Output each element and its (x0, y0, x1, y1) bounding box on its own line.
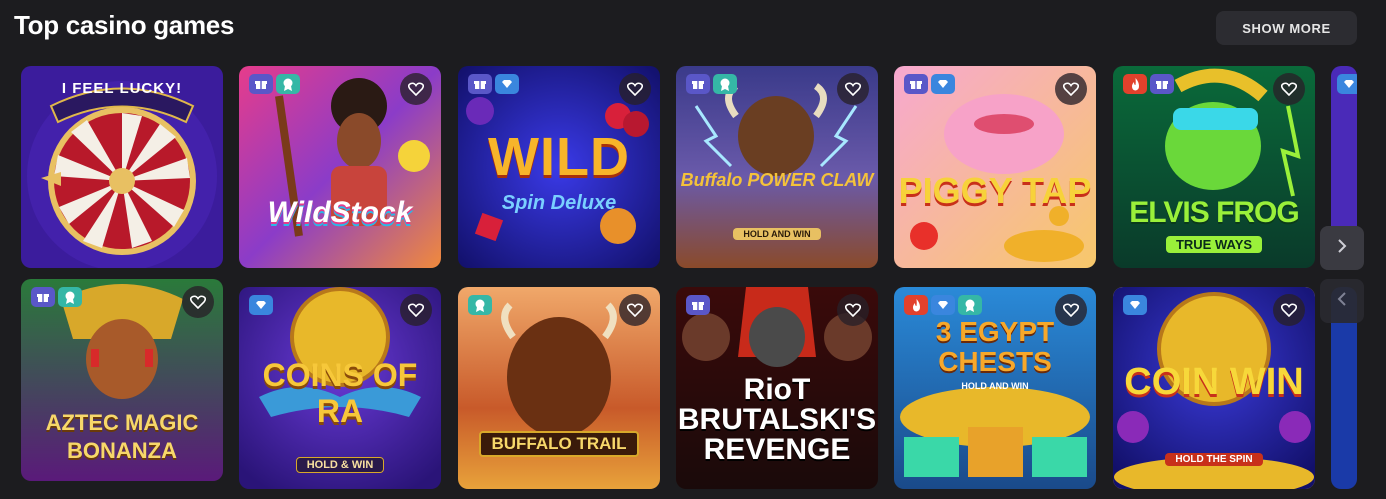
award-icon (713, 74, 737, 94)
favorite-heart-icon[interactable] (837, 294, 869, 326)
carousel-prev-button[interactable] (1320, 279, 1364, 323)
show-more-button[interactable]: SHOW MORE (1216, 11, 1357, 45)
gift-icon (686, 74, 710, 94)
tile-badges (249, 74, 300, 94)
tile-badges (1123, 74, 1174, 94)
section-title: Top casino games (14, 10, 235, 40)
gem-icon (249, 295, 273, 315)
award-icon (468, 295, 492, 315)
favorite-heart-icon[interactable] (400, 294, 432, 326)
gift-icon (904, 74, 928, 94)
favorite-heart-icon[interactable] (1273, 73, 1305, 105)
award-icon (276, 74, 300, 94)
favorite-heart-icon[interactable] (619, 73, 651, 105)
favorite-heart-icon[interactable] (837, 73, 869, 105)
game-subtitle: TRUE WAYS (1113, 236, 1315, 253)
tile-badges (468, 74, 519, 94)
fire-icon (904, 295, 928, 315)
gift-icon (686, 295, 710, 315)
gem-icon (495, 74, 519, 94)
tile-badges (686, 74, 737, 94)
game-tile-i-feel-lucky[interactable]: I FEEL LUCKY! (21, 66, 223, 268)
gift-icon (468, 74, 492, 94)
gift-icon (249, 74, 273, 94)
game-artwork (21, 66, 223, 268)
game-subtitle: Spin Deluxe (501, 192, 617, 214)
tile-badges (686, 295, 710, 315)
tile-badges (31, 287, 82, 307)
favorite-heart-icon[interactable] (1273, 294, 1305, 326)
game-subtitle: HOLD AND WIN (961, 381, 1029, 391)
chevron-right-icon (1337, 238, 1347, 258)
carousel-next-button[interactable] (1320, 226, 1364, 270)
favorite-heart-icon[interactable] (400, 73, 432, 105)
gem-icon (931, 295, 955, 315)
tile-badges (904, 74, 955, 94)
favorite-heart-icon[interactable] (1055, 73, 1087, 105)
favorite-heart-icon[interactable] (182, 286, 214, 318)
game-subtitle: HOLD & WIN (239, 457, 441, 473)
award-icon (958, 295, 982, 315)
favorite-heart-icon[interactable] (1055, 294, 1087, 326)
gem-icon (931, 74, 955, 94)
chevron-left-icon (1337, 291, 1347, 311)
game-subtitle: HOLD THE SPIN (1113, 453, 1315, 466)
game-subtitle: HOLD AND WIN (676, 228, 878, 240)
gift-icon (31, 287, 55, 307)
favorite-heart-icon[interactable] (619, 294, 651, 326)
fire-icon (1123, 74, 1147, 94)
award-icon (58, 287, 82, 307)
tile-badges (468, 295, 492, 315)
tile-badges (1123, 295, 1147, 315)
tile-badges (249, 295, 273, 315)
gift-icon (1150, 74, 1174, 94)
tile-badges (904, 295, 982, 315)
gem-icon (1337, 74, 1357, 94)
gem-icon (1123, 295, 1147, 315)
